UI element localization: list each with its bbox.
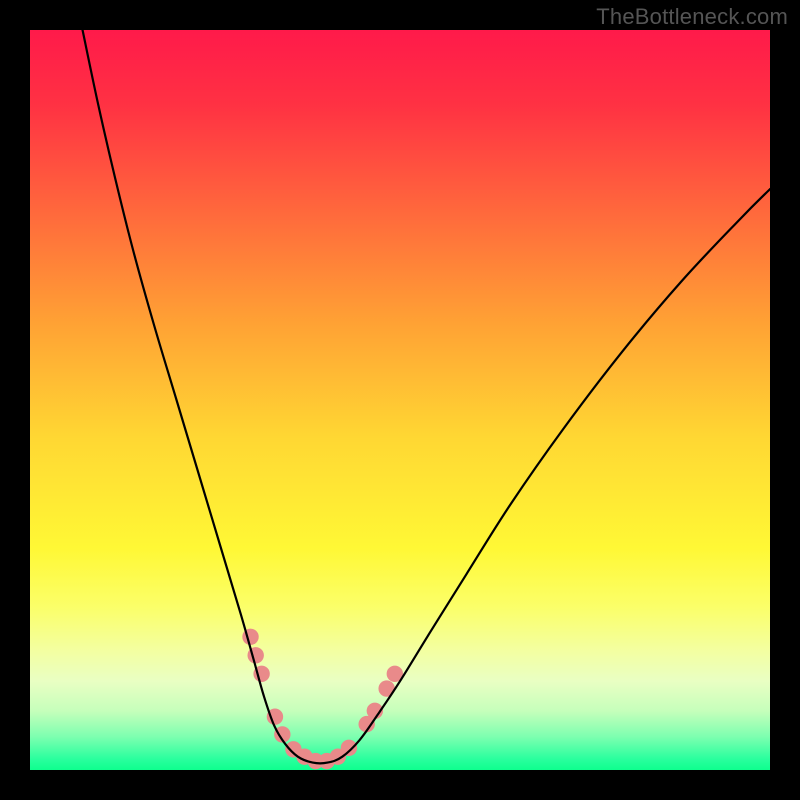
marker-group [242,629,403,770]
chart-frame: TheBottleneck.com [0,0,800,800]
watermark: TheBottleneck.com [596,4,788,30]
plot-area [30,30,770,770]
curve-layer [30,30,770,770]
marker-dot [341,740,357,756]
bottleneck-curve [83,30,770,763]
